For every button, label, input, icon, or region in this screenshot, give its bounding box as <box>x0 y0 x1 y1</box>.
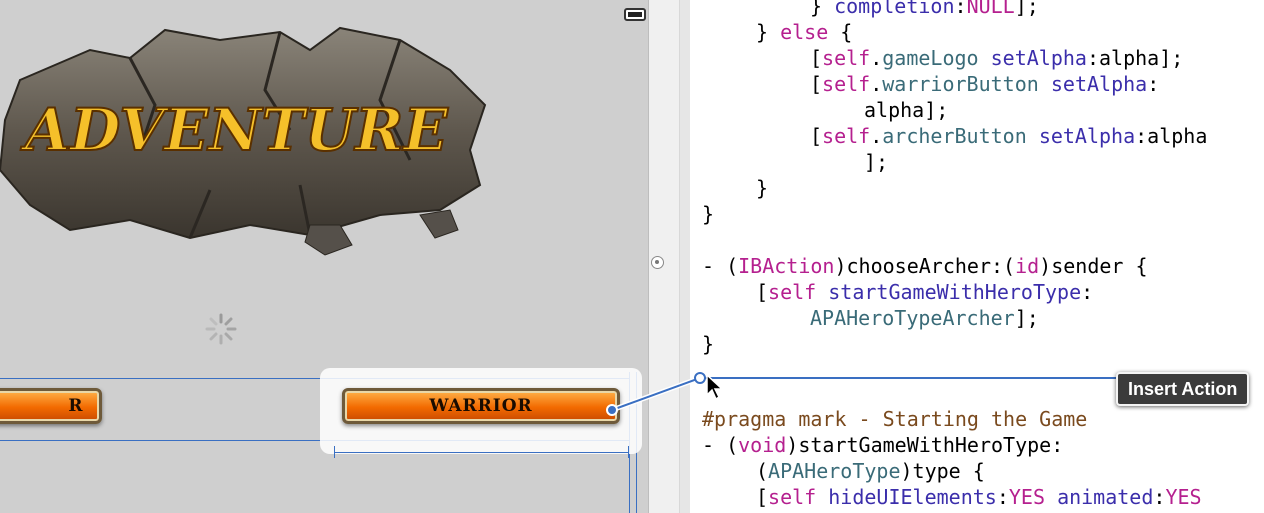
insertion-indicator-line <box>702 377 1132 379</box>
logo-text: ADVENTURE <box>20 96 448 164</box>
game-logo[interactable]: ADVENTURE <box>0 10 500 270</box>
width-constraint <box>334 452 629 453</box>
logo-rock-chip <box>304 224 353 256</box>
code-line: (APAHeroType)type { <box>756 459 985 483</box>
battery-icon <box>624 8 646 21</box>
code-line: } completion:NULL]; <box>810 0 1039 18</box>
code-line: [self.warriorButton setAlpha: <box>810 72 1160 96</box>
code-line: [self startGameWithHeroType: <box>756 280 1094 304</box>
insert-action-tooltip: Insert Action <box>1116 372 1250 406</box>
breakpoint-marker-icon[interactable] <box>651 256 664 269</box>
code-line: } else { <box>756 20 853 44</box>
code-line: #pragma mark - Starting the Game <box>702 407 1088 431</box>
code-line: alpha]; <box>864 98 949 122</box>
activity-indicator-icon <box>205 313 237 345</box>
warrior-button-label: WARRIOR <box>429 396 533 416</box>
arrow-cursor-icon <box>706 374 724 400</box>
code-line: } <box>702 332 715 356</box>
warrior-button[interactable]: WARRIOR <box>342 388 620 424</box>
width-constraint-cap <box>334 446 335 458</box>
archer-button[interactable]: R <box>0 388 102 424</box>
code-line: } <box>702 202 715 226</box>
insertion-point-icon <box>694 372 706 384</box>
code-line: [self.gameLogo setAlpha:alpha]; <box>810 46 1184 70</box>
code-line: [self hideUIElements:YES animated:YES <box>756 485 1202 509</box>
width-constraint-cap <box>628 446 629 458</box>
logo-rock-chip <box>419 209 459 239</box>
code-line: [self.archerButton setAlpha:alpha <box>810 124 1208 148</box>
editor-gutter <box>680 0 690 513</box>
archer-button-label: R <box>68 396 84 416</box>
code-line: - (void)startGameWithHeroType: <box>702 433 1064 457</box>
code-line: APAHeroTypeArcher]; <box>810 306 1039 330</box>
code-line: } <box>756 176 769 200</box>
code-line: ]; <box>864 150 889 174</box>
code-line: - (IBAction)chooseArcher:(id)sender { <box>702 254 1148 278</box>
storyboard-canvas[interactable]: ADVENTURE R WARRIOR <box>0 0 649 513</box>
code-editor[interactable]: } completion:NULL]; } else { [self.gameL… <box>692 0 1264 513</box>
